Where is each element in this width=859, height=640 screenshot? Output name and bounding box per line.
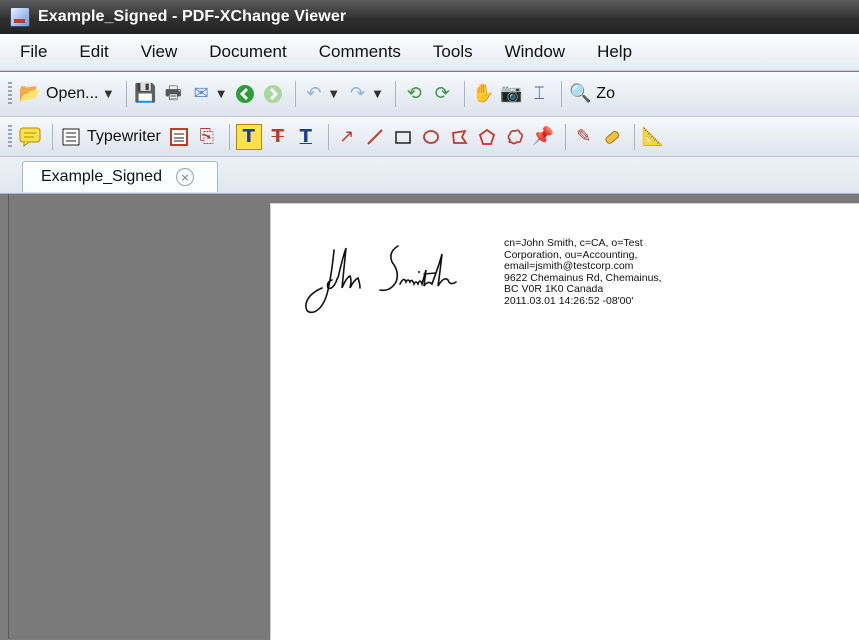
highlight-text-icon[interactable]: T	[235, 123, 262, 150]
snapshot-camera-icon[interactable]: 📷	[499, 82, 523, 106]
zoom-button-label[interactable]: Zo	[596, 85, 615, 103]
typewriter-icon[interactable]	[59, 125, 83, 149]
toolbar-separator	[564, 123, 566, 150]
toolbar-grip[interactable]	[8, 124, 12, 149]
app-icon	[10, 7, 30, 27]
document-tab-strip: Example_Signed ×	[0, 157, 859, 194]
toolbar-separator	[228, 123, 230, 150]
menu-document[interactable]: Document	[209, 42, 286, 62]
menu-bar: File Edit View Document Comments Tools W…	[0, 34, 859, 71]
menu-edit[interactable]: Edit	[79, 42, 108, 62]
menu-tools[interactable]: Tools	[433, 42, 473, 62]
undo-icon[interactable]: ↶	[302, 82, 326, 106]
open-button-label[interactable]: Open...	[46, 85, 98, 103]
forward-icon[interactable]	[261, 82, 285, 106]
title-bar: Example_Signed - PDF-XChange Viewer	[0, 0, 859, 34]
save-icon[interactable]: 💾	[133, 82, 157, 106]
tab-label: Example_Signed	[41, 168, 162, 185]
print-icon[interactable]: 🖶	[161, 82, 185, 106]
sticky-note-icon[interactable]	[18, 125, 42, 149]
menu-file[interactable]: File	[20, 42, 47, 62]
email-dropdown-caret[interactable]: ▼	[217, 89, 225, 100]
toolbar-separator	[52, 123, 53, 150]
arrow-tool-icon[interactable]: ↗	[335, 125, 359, 149]
toolbar-separator	[561, 81, 563, 107]
strikeout-text-icon[interactable]: T	[266, 125, 290, 149]
menu-comments[interactable]: Comments	[319, 42, 401, 62]
toolbar-separator	[126, 81, 128, 107]
select-text-icon[interactable]: ⌶	[527, 82, 551, 106]
window-title: Example_Signed - PDF-XChange Viewer	[38, 8, 347, 25]
open-folder-icon[interactable]: 📂	[18, 82, 42, 106]
tab-example-signed[interactable]: Example_Signed ×	[22, 161, 218, 192]
toolbar-separator	[327, 123, 329, 150]
toolbar-separator	[464, 81, 466, 107]
signature-detail-line: 2011.03.01 14:26:52 -08'00'	[504, 294, 634, 307]
zoom-in-icon[interactable]: 🔍	[568, 82, 592, 106]
open-dropdown-caret[interactable]: ▼	[104, 89, 112, 100]
pencil-tool-icon[interactable]: ✎	[572, 125, 596, 149]
toolbar-separator	[395, 81, 397, 107]
oval-tool-icon[interactable]	[419, 125, 443, 149]
menu-view[interactable]: View	[141, 42, 178, 62]
toolbar-grip[interactable]	[8, 82, 12, 106]
toolbar-separator	[633, 123, 635, 150]
rotate-left-icon[interactable]: ⟲	[402, 82, 426, 106]
signature-detail-line: cn=John Smith, c=CA, o=Test	[504, 237, 643, 249]
cloud-tool-icon[interactable]	[503, 125, 527, 149]
line-tool-icon[interactable]	[363, 125, 387, 149]
stamp-pin-icon[interactable]: 📌	[531, 125, 555, 149]
handwritten-signature-image	[305, 245, 457, 314]
email-icon[interactable]: ✉	[189, 82, 213, 106]
typewriter-button-label[interactable]: Typewriter	[87, 128, 161, 146]
text-box-icon[interactable]	[167, 125, 191, 149]
rectangle-tool-icon[interactable]	[391, 125, 415, 149]
signature-details: cn=John Smith, c=CA, o=Test Corporation,…	[504, 237, 662, 308]
pdf-page[interactable]: cn=John Smith, c=CA, o=Test Corporation,…	[270, 203, 859, 640]
standard-toolbar: 📂 Open... ▼ 💾 🖶 ✉ ▼ ↶ ▼ ↷ ▼ ⟲ ⟳ ✋ 📷 ⌶ 🔍 …	[0, 72, 859, 117]
close-icon[interactable]: ×	[175, 168, 194, 186]
rotate-right-icon[interactable]: ⟳	[430, 82, 454, 106]
redo-dropdown-caret[interactable]: ▼	[374, 89, 382, 100]
comment-toolbar: Typewriter ⎘ T T T ↗ 📌 ✎ 📐	[0, 117, 859, 157]
hand-tool-icon[interactable]: ✋	[471, 82, 495, 106]
polygon-tool-icon[interactable]	[447, 125, 471, 149]
underline-text-icon[interactable]: T	[294, 125, 318, 149]
undo-dropdown-caret[interactable]: ▼	[330, 89, 338, 100]
pentagon-tool-icon[interactable]	[475, 125, 499, 149]
back-icon[interactable]	[233, 82, 257, 106]
menu-help[interactable]: Help	[597, 42, 632, 62]
menu-window[interactable]: Window	[505, 42, 565, 62]
redo-icon[interactable]: ↷	[346, 82, 370, 106]
toolbar-separator	[294, 81, 296, 107]
measure-tool-icon[interactable]: 📐	[641, 125, 665, 149]
eraser-tool-icon[interactable]	[600, 125, 624, 149]
callout-icon[interactable]: ⎘	[195, 125, 219, 149]
